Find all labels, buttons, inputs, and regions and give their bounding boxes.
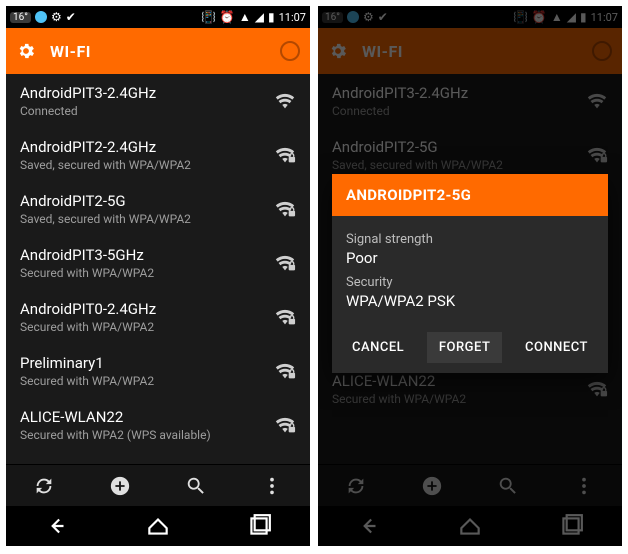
wifi-status: Connected: [332, 104, 586, 118]
home-button[interactable]: [145, 513, 171, 539]
wifi-ssid: AndroidPIT0-2.4GHz: [20, 300, 274, 318]
wifi-row[interactable]: Preliminary1 Secured with WPA/WPA2: [6, 344, 310, 398]
wifi-ssid: AndroidPIT2-2.4GHz: [20, 138, 274, 156]
wifi-ssid: AndroidPIT2-5G: [332, 138, 586, 156]
forget-button[interactable]: FORGET: [427, 332, 503, 363]
network-dialog: ANDROIDPIT2-5G Signal strength Poor Secu…: [332, 174, 608, 373]
back-button[interactable]: [356, 513, 382, 539]
bottom-toolbar: [318, 464, 622, 506]
wifi-status: Secured with WPA/WPA2: [20, 266, 274, 280]
wifi-icon: [274, 360, 296, 382]
wifi-status: Saved, secured with WPA/WPA2: [332, 158, 586, 172]
vibrate-icon: 📳: [513, 10, 528, 24]
security-label: Security: [346, 275, 594, 290]
wifi-icon: [274, 144, 296, 166]
cell-signal-icon: ◢: [255, 10, 264, 24]
wifi-ssid: AndroidPIT3-5GHz: [20, 246, 274, 264]
check-icon: ✔: [66, 10, 76, 24]
wifi-icon: [274, 252, 296, 274]
recent-button[interactable]: [558, 513, 584, 539]
page-title: WI-FI: [50, 42, 91, 61]
wifi-row[interactable]: AndroidPIT3-5GHz Secured with WPA/WPA2: [6, 236, 310, 290]
check-icon: ✔: [378, 10, 388, 24]
wifi-signal-icon: ▲: [239, 10, 251, 24]
phone-screen-left: 16° ⚙ ✔ 📳 ⏰ ▲ ◢ ▮ 11:07 WI-FI AndroidPIT…: [6, 6, 310, 546]
wifi-icon: [274, 414, 296, 436]
clock: 11:07: [591, 11, 618, 24]
battery-icon: ▮: [580, 10, 587, 24]
app-bar: WI-FI: [318, 28, 622, 74]
wifi-ssid: AndroidPIT3-2.4GHz: [20, 84, 274, 102]
wifi-status: Secured with WPA/WPA2: [20, 320, 274, 334]
wifi-status: Secured with WPA/WPA2: [20, 374, 274, 388]
dialog-title: ANDROIDPIT2-5G: [332, 174, 608, 216]
wifi-ssid: ALICE-WLAN22: [20, 408, 274, 426]
toggle-indicator-icon[interactable]: [592, 41, 612, 61]
wifi-row[interactable]: AndroidPIT3-2.4GHz Connected: [6, 74, 310, 128]
wifi-row[interactable]: AndroidPIT3-2.4GHz Connected: [318, 74, 622, 128]
search-icon[interactable]: [185, 475, 207, 497]
wifi-ssid: ALICE-WLAN22: [332, 372, 586, 390]
wifi-signal-icon: ▲: [551, 10, 563, 24]
back-button[interactable]: [44, 513, 70, 539]
signal-strength-value: Poor: [346, 249, 594, 267]
wifi-row[interactable]: AndroidPIT0-2.4GHz Secured with WPA/WPA2: [6, 290, 310, 344]
home-button[interactable]: [457, 513, 483, 539]
wifi-icon: [586, 378, 608, 400]
gear-icon: ⚙: [51, 10, 62, 24]
nav-bar: [318, 506, 622, 546]
alarm-icon: ⏰: [532, 10, 547, 24]
wifi-icon: [274, 90, 296, 112]
wifi-list[interactable]: AndroidPIT3-2.4GHz Connected AndroidPIT2-2…: [6, 74, 310, 464]
settings-icon[interactable]: [16, 41, 36, 61]
wifi-ssid: AndroidPIT3-2.4GHz: [332, 84, 586, 102]
app-bar: WI-FI: [6, 28, 310, 74]
cell-signal-icon: ◢: [567, 10, 576, 24]
wifi-icon: [274, 198, 296, 220]
connect-button[interactable]: CONNECT: [513, 332, 600, 363]
notification-icon: [35, 11, 47, 23]
toggle-indicator-icon[interactable]: [280, 41, 300, 61]
wifi-status: Secured with WPA2 (WPS available): [20, 428, 274, 442]
temperature-badge: 16°: [322, 12, 343, 23]
signal-strength-label: Signal strength: [346, 232, 594, 247]
cancel-button[interactable]: CANCEL: [340, 332, 416, 363]
nav-bar: [6, 506, 310, 546]
wifi-row[interactable]: AndroidPIT2-2.4GHz Saved, secured with WP…: [6, 128, 310, 182]
recent-button[interactable]: [246, 513, 272, 539]
overflow-icon[interactable]: [261, 475, 283, 497]
wifi-ssid: AndroidPIT2-5G: [20, 192, 274, 210]
wifi-icon: [586, 144, 608, 166]
notification-icon: [347, 11, 359, 23]
wifi-status: Connected: [20, 104, 274, 118]
gear-icon: ⚙: [363, 10, 374, 24]
overflow-icon[interactable]: [573, 475, 595, 497]
search-icon[interactable]: [497, 475, 519, 497]
wifi-row[interactable]: AndroidPIT2-5G Saved, secured with WPA/WP…: [6, 182, 310, 236]
page-title: WI-FI: [362, 42, 403, 61]
battery-icon: ▮: [268, 10, 275, 24]
wifi-status: Saved, secured with WPA/WPA2: [20, 212, 274, 226]
refresh-icon[interactable]: [345, 475, 367, 497]
add-icon[interactable]: [109, 475, 131, 497]
status-bar: 16° ⚙ ✔ 📳 ⏰ ▲ ◢ ▮ 11:07: [318, 6, 622, 28]
clock: 11:07: [279, 11, 306, 24]
security-value: WPA/WPA2 PSK: [346, 292, 594, 310]
wifi-status: Secured with WPA/WPA2: [332, 392, 586, 406]
wifi-ssid: Preliminary1: [20, 354, 274, 372]
temperature-badge: 16°: [10, 12, 31, 23]
wifi-icon: [274, 306, 296, 328]
wifi-status: Saved, secured with WPA/WPA2: [20, 158, 274, 172]
wifi-icon: [586, 90, 608, 112]
refresh-icon[interactable]: [33, 475, 55, 497]
add-icon[interactable]: [421, 475, 443, 497]
wifi-row[interactable]: ALICE-WLAN22 Secured with WPA2 (WPS avail…: [6, 398, 310, 452]
status-bar: 16° ⚙ ✔ 📳 ⏰ ▲ ◢ ▮ 11:07: [6, 6, 310, 28]
phone-screen-right: 16° ⚙ ✔ 📳 ⏰ ▲ ◢ ▮ 11:07 WI-FI AndroidPIT…: [318, 6, 622, 546]
alarm-icon: ⏰: [220, 10, 235, 24]
vibrate-icon: 📳: [201, 10, 216, 24]
settings-icon[interactable]: [328, 41, 348, 61]
bottom-toolbar: [6, 464, 310, 506]
